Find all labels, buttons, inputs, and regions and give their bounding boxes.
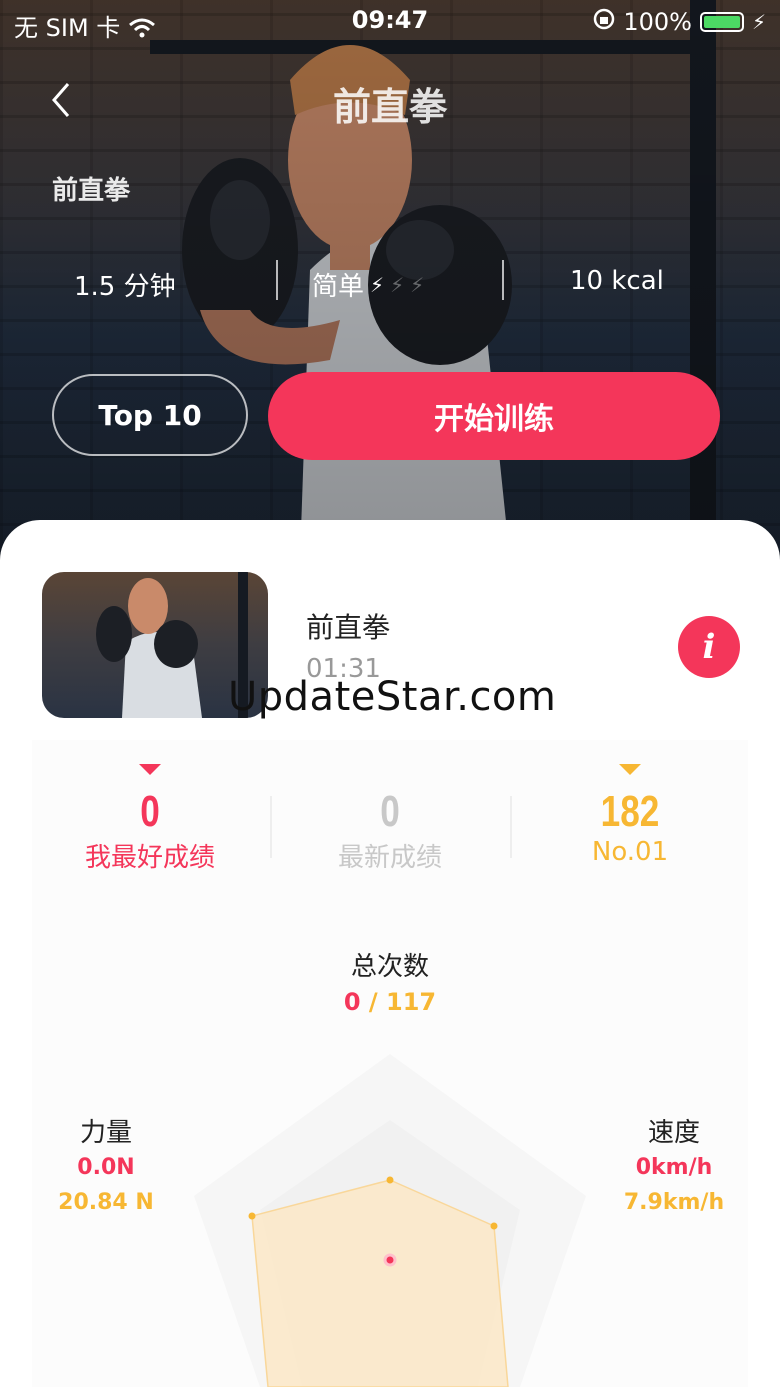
hero-subtitle: 前直拳 <box>52 176 131 206</box>
battery-percent: 100% <box>623 8 692 36</box>
radar-chart <box>194 1054 586 1387</box>
score-value: 0 <box>380 787 400 836</box>
total-count-label: 总次数 <box>350 952 429 982</box>
divider <box>502 260 504 300</box>
exercise-name: 前直拳 <box>306 611 391 644</box>
total-count-value: 0 / 117 <box>343 988 437 1016</box>
charging-icon: ⚡ <box>751 10 766 34</box>
info-icon: i <box>702 627 716 667</box>
divider <box>276 260 278 300</box>
radar-point <box>386 1176 394 1184</box>
triangle-down-icon <box>139 764 161 775</box>
difficulty: 简单 ⚡ ⚡ ⚡ <box>312 266 424 303</box>
score-label: 最新成绩 <box>337 843 442 873</box>
score-value: 0 <box>140 787 160 836</box>
status-bar: 无 SIM 卡 09:47 100% ⚡ <box>0 0 780 44</box>
radar-point <box>490 1222 498 1230</box>
radar-point <box>248 1212 256 1220</box>
bolt-icon: ⚡ <box>410 272 425 297</box>
bolt-icon: ⚡ <box>370 272 385 297</box>
start-training-button[interactable]: 开始训练 <box>268 372 720 460</box>
score-label: No.01 <box>591 837 669 867</box>
score-value: 182 <box>600 787 660 836</box>
watermark-text: UpdateStar.com <box>228 674 557 720</box>
exercise-stats: 1.5 分钟 简单 ⚡ ⚡ ⚡ 10 kcal <box>0 260 780 310</box>
battery-icon <box>699 12 744 32</box>
score-latest: 0 最新成绩 <box>270 764 510 874</box>
top10-button[interactable]: Top 10 <box>52 374 248 456</box>
score-best: 0 我最好成绩 <box>30 764 270 874</box>
page-title: 前直拳 <box>332 85 447 129</box>
radar-current-point <box>383 1253 397 1267</box>
score-label: 我最好成绩 <box>84 843 215 873</box>
triangle-down-icon <box>619 764 641 775</box>
info-button[interactable]: i <box>678 616 740 678</box>
score-rank[interactable]: 182 No.01 <box>510 764 750 867</box>
difficulty-text: 简单 <box>312 272 365 302</box>
duration-text: 1.5 分钟 <box>74 272 176 302</box>
orientation-lock-icon <box>593 8 615 36</box>
bolt-icon: ⚡ <box>390 272 405 297</box>
calories-text: 10 kcal <box>570 266 664 296</box>
